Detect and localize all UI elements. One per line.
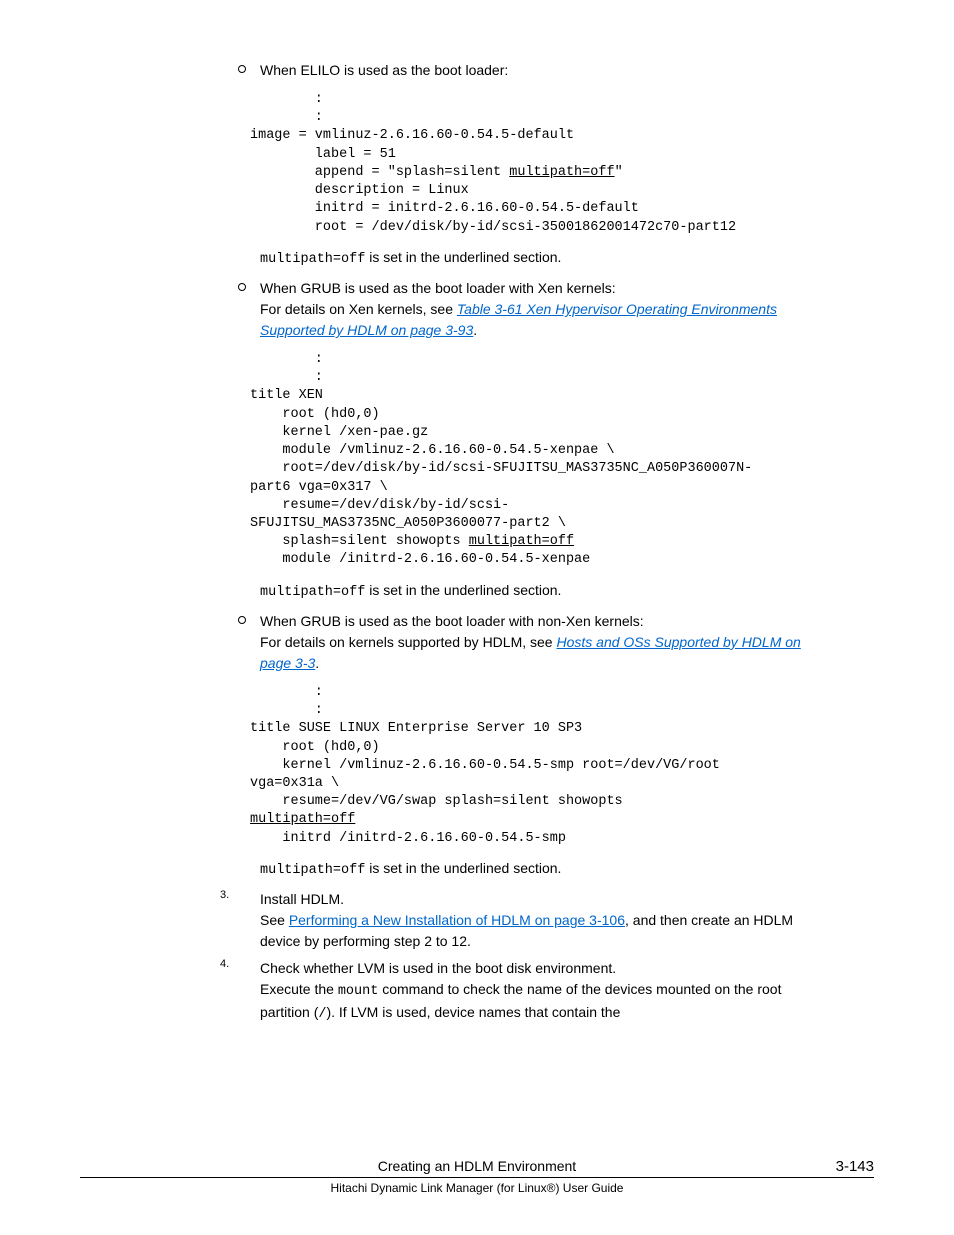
bullet-grub-xen-heading: When GRUB is used as the boot loader wit… [260, 278, 834, 299]
bullet-grub-nonxen-heading: When GRUB is used as the boot loader wit… [260, 611, 834, 632]
mono-token: multipath=off [260, 585, 365, 600]
grub-xen-after: multipath=off is set in the underlined s… [260, 580, 834, 603]
code-post: initrd /initrd-2.6.16.60-0.54.5-smp [250, 831, 566, 846]
mono-mount: mount [338, 984, 379, 999]
footer-title: Creating an HDLM Environment [140, 1158, 814, 1174]
code-underlined: multipath=off [250, 812, 355, 827]
link-new-install[interactable]: Performing a New Installation of HDLM on… [289, 912, 625, 928]
page-footer: Creating an HDLM Environment 3-143 Hitac… [80, 1158, 874, 1195]
grub-nonxen-after: multipath=off is set in the underlined s… [260, 858, 834, 881]
code-underlined: multipath=off [509, 165, 614, 180]
bullet-circle-icon [238, 283, 246, 291]
s3-pre: See [260, 912, 289, 928]
step-3: 3. Install HDLM. See Performing a New In… [220, 889, 834, 952]
code-block-grub-xen: : : title XEN root (hd0,0) kernel /xen-p… [250, 351, 834, 570]
code-post: module /initrd-2.6.16.60-0.54.5-xenpae [250, 552, 590, 567]
code-block-elilo: : : image = vmlinuz-2.6.16.60-0.54.5-def… [250, 91, 834, 237]
s4-post: ). If LVM is used, device names that con… [326, 1004, 620, 1020]
bullet-grub-nonxen-subline: For details on kernels supported by HDLM… [260, 632, 834, 674]
step-4-line1: Check whether LVM is used in the boot di… [260, 958, 834, 979]
bullet-circle-icon [238, 65, 246, 73]
s4-pre: Execute the [260, 981, 338, 997]
mono-token: multipath=off [260, 252, 365, 267]
step-3-line1: Install HDLM. [260, 889, 834, 910]
sub-post: . [473, 322, 477, 338]
step-number-4: 4. [220, 958, 229, 970]
step-4-line2: Execute the mount command to check the n… [260, 979, 834, 1026]
code-block-grub-nonxen: : : title SUSE LINUX Enterprise Server 1… [250, 684, 834, 848]
elilo-after: multipath=off is set in the underlined s… [260, 247, 834, 270]
bullet-grub-xen-subline: For details on Xen kernels, see Table 3-… [260, 299, 834, 341]
footer-page-number: 3-143 [814, 1158, 874, 1175]
after-text: is set in the underlined section. [365, 249, 561, 265]
after-text: is set in the underlined section. [365, 582, 561, 598]
step-4: 4. Check whether LVM is used in the boot… [220, 958, 834, 1026]
sub-post: . [315, 655, 319, 671]
code-pre: : : title XEN root (hd0,0) kernel /xen-p… [250, 352, 752, 549]
code-underlined: multipath=off [469, 534, 574, 549]
bullet-grub-nonxen: When GRUB is used as the boot loader wit… [260, 611, 834, 881]
bullet-circle-icon [238, 616, 246, 624]
bullet-elilo-heading: When ELILO is used as the boot loader: [260, 60, 834, 81]
code-pre: : : title SUSE LINUX Enterprise Server 1… [250, 685, 728, 809]
step-3-line2: See Performing a New Installation of HDL… [260, 910, 834, 952]
footer-subtitle: Hitachi Dynamic Link Manager (for Linux®… [80, 1178, 874, 1195]
after-text: is set in the underlined section. [365, 860, 561, 876]
sub-pre: For details on kernels supported by HDLM… [260, 634, 556, 650]
mono-token: multipath=off [260, 863, 365, 878]
bullet-elilo: When ELILO is used as the boot loader: :… [260, 60, 834, 270]
step-number-3: 3. [220, 889, 229, 901]
sub-pre: For details on Xen kernels, see [260, 301, 457, 317]
bullet-grub-xen: When GRUB is used as the boot loader wit… [260, 278, 834, 603]
